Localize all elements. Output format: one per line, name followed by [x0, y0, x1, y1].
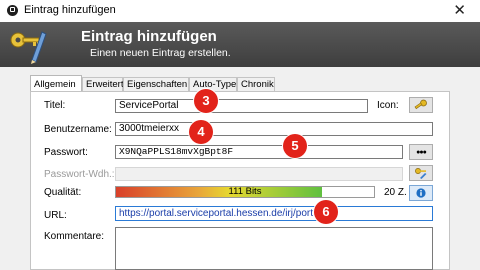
password-repeat-label: Passwort-Wdh.:	[44, 169, 115, 180]
callout-badge-3: 3	[194, 89, 218, 113]
password-repeat-field	[115, 167, 403, 181]
icon-picker-button[interactable]	[409, 97, 433, 113]
info-icon	[416, 188, 426, 198]
password-quality-bar: 111 Bits	[115, 186, 375, 198]
username-label: Benutzername:	[44, 124, 112, 135]
banner-title: Eintrag hinzufügen	[81, 28, 217, 45]
password-quality-text: 111 Bits	[228, 186, 262, 197]
key-generator-icon	[415, 168, 427, 179]
url-label: URL:	[44, 210, 67, 221]
tab-auto-type[interactable]: Auto-Type	[189, 77, 237, 91]
password-field[interactable]: X9NQaPPLS18mvXgBpt8F	[115, 145, 403, 159]
password-generator-button[interactable]	[409, 165, 433, 181]
password-label: Passwort:	[44, 147, 88, 158]
url-field[interactable]: https://portal.serviceportal.hessen.de/i…	[115, 206, 433, 221]
add-entry-dialog: Eintrag hinzufügen ✕ Eintrag hinzufügen …	[0, 0, 480, 270]
tab-allgemein[interactable]: Allgemein	[30, 75, 82, 92]
quality-label: Qualität:	[44, 187, 82, 198]
comments-label: Kommentare:	[44, 231, 105, 242]
callout-badge-6: 6	[314, 200, 338, 224]
key-icon	[414, 99, 427, 110]
title-field[interactable]: ServicePortal	[115, 99, 368, 113]
password-length-count: 20 Z.	[384, 187, 407, 198]
tab-erweitert[interactable]: Erweitert	[82, 77, 123, 91]
username-field[interactable]: 3000tmeierxx	[115, 122, 433, 136]
quality-info-button[interactable]	[409, 185, 433, 201]
show-password-button[interactable]: ●●●	[409, 144, 433, 160]
comments-field[interactable]	[115, 227, 433, 270]
callout-badge-5: 5	[283, 134, 307, 158]
banner-subtitle: Einen neuen Eintrag erstellen.	[90, 47, 231, 59]
title-label: Titel:	[44, 100, 66, 111]
tab-eigenschaften[interactable]: Eigenschaften	[123, 77, 189, 91]
icon-label: Icon:	[377, 100, 399, 111]
callout-badge-4: 4	[189, 120, 213, 144]
window-title: Eintrag hinzufügen	[24, 4, 116, 16]
close-button[interactable]: ✕	[453, 1, 466, 19]
tab-chronik[interactable]: Chronik	[237, 77, 275, 91]
dialog-banner: Eintrag hinzufügen Einen neuen Eintrag e…	[0, 22, 480, 67]
title-bar: Eintrag hinzufügen ✕	[0, 0, 480, 22]
key-pen-icon	[10, 31, 47, 64]
keepass-lock-icon	[7, 5, 18, 16]
